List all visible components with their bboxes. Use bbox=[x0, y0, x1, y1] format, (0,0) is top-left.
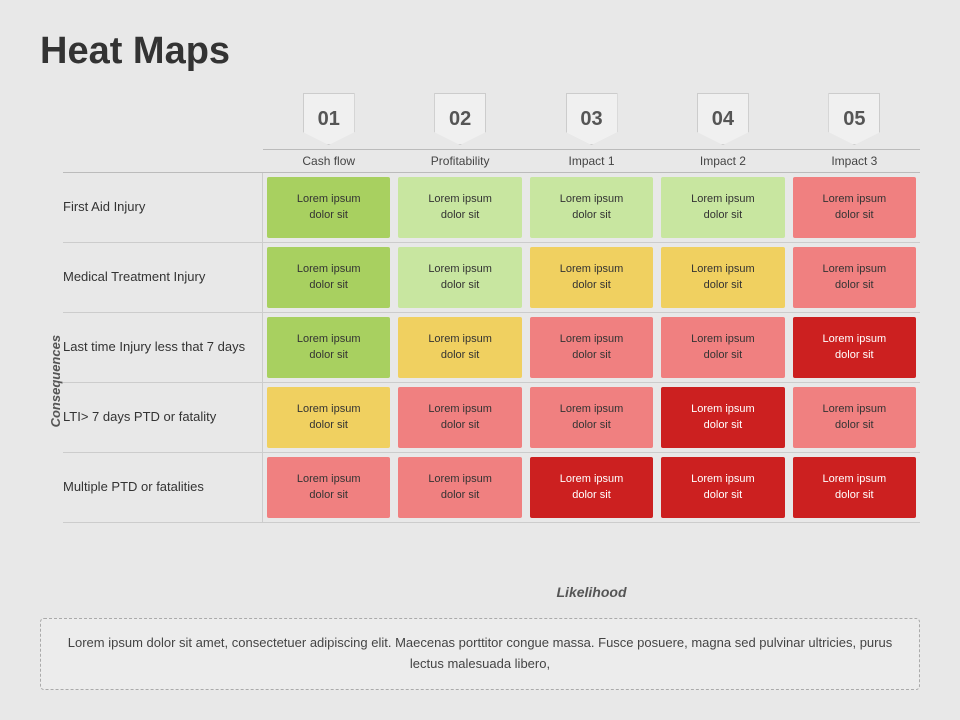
row-label-3: Last time Injury less that 7 days bbox=[63, 313, 263, 382]
list-item: Lorem ipsumdolor sit bbox=[398, 317, 521, 378]
list-item: Lorem ipsumdolor sit bbox=[793, 247, 916, 308]
list-item: Lorem ipsumdolor sit bbox=[530, 247, 653, 308]
table-row: Multiple PTD or fatalitiesLorem ipsumdol… bbox=[63, 453, 920, 523]
list-item: Lorem ipsumdolor sit bbox=[661, 317, 784, 378]
row-label-2: Medical Treatment Injury bbox=[63, 243, 263, 312]
consequences-label: Consequences bbox=[40, 153, 63, 608]
spacer bbox=[63, 93, 263, 172]
col-badge-3: 03 bbox=[566, 93, 618, 145]
footer-box: Lorem ipsum dolor sit amet, consectetuer… bbox=[40, 618, 920, 690]
row-cells-2: Lorem ipsumdolor sitLorem ipsumdolor sit… bbox=[263, 243, 920, 312]
col-name-3: Impact 1 bbox=[526, 149, 657, 172]
list-item: Lorem ipsumdolor sit bbox=[661, 177, 784, 238]
table-row: Medical Treatment InjuryLorem ipsumdolor… bbox=[63, 243, 920, 313]
row-cells-3: Lorem ipsumdolor sitLorem ipsumdolor sit… bbox=[263, 313, 920, 382]
row-cells-5: Lorem ipsumdolor sitLorem ipsumdolor sit… bbox=[263, 453, 920, 522]
col-name-2: Profitability bbox=[394, 149, 525, 172]
col-name-5: Impact 3 bbox=[789, 149, 920, 172]
main-content: Consequences 01 Cash flow 02 Profitabili… bbox=[40, 93, 920, 608]
col-name-1: Cash flow bbox=[263, 149, 394, 172]
list-item: Lorem ipsumdolor sit bbox=[398, 387, 521, 448]
grid-area: First Aid InjuryLorem ipsumdolor sitLore… bbox=[63, 172, 920, 578]
col-header-1: 01 Cash flow bbox=[263, 93, 394, 172]
table-row: First Aid InjuryLorem ipsumdolor sitLore… bbox=[63, 173, 920, 243]
list-item: Lorem ipsumdolor sit bbox=[267, 177, 390, 238]
list-item: Lorem ipsumdolor sit bbox=[793, 387, 916, 448]
page: Heat Maps Consequences 01 Cash flow 02 P… bbox=[0, 0, 960, 720]
row-label-5: Multiple PTD or fatalities bbox=[63, 453, 263, 522]
list-item: Lorem ipsumdolor sit bbox=[793, 457, 916, 518]
list-item: Lorem ipsumdolor sit bbox=[530, 457, 653, 518]
list-item: Lorem ipsumdolor sit bbox=[661, 247, 784, 308]
col-badge-2: 02 bbox=[434, 93, 486, 145]
col-headers: 01 Cash flow 02 Profitability 03 Impact … bbox=[263, 93, 920, 172]
row-label-4: LTI> 7 days PTD or fatality bbox=[63, 383, 263, 452]
col-badge-4: 04 bbox=[697, 93, 749, 145]
col-name-4: Impact 2 bbox=[657, 149, 788, 172]
list-item: Lorem ipsumdolor sit bbox=[398, 247, 521, 308]
col-header-5: 05 Impact 3 bbox=[789, 93, 920, 172]
table-area: 01 Cash flow 02 Profitability 03 Impact … bbox=[63, 93, 920, 608]
list-item: Lorem ipsumdolor sit bbox=[793, 177, 916, 238]
list-item: Lorem ipsumdolor sit bbox=[661, 387, 784, 448]
row-label-1: First Aid Injury bbox=[63, 173, 263, 242]
list-item: Lorem ipsumdolor sit bbox=[398, 457, 521, 518]
list-item: Lorem ipsumdolor sit bbox=[793, 317, 916, 378]
list-item: Lorem ipsumdolor sit bbox=[267, 387, 390, 448]
column-headers-row: 01 Cash flow 02 Profitability 03 Impact … bbox=[63, 93, 920, 172]
footer-text: Lorem ipsum dolor sit amet, consectetuer… bbox=[68, 635, 892, 671]
col-badge-5: 05 bbox=[828, 93, 880, 145]
row-cells-4: Lorem ipsumdolor sitLorem ipsumdolor sit… bbox=[263, 383, 920, 452]
list-item: Lorem ipsumdolor sit bbox=[267, 457, 390, 518]
col-header-3: 03 Impact 1 bbox=[526, 93, 657, 172]
col-badge-1: 01 bbox=[303, 93, 355, 145]
list-item: Lorem ipsumdolor sit bbox=[530, 177, 653, 238]
list-item: Lorem ipsumdolor sit bbox=[267, 317, 390, 378]
col-header-4: 04 Impact 2 bbox=[657, 93, 788, 172]
table-row: LTI> 7 days PTD or fatalityLorem ipsumdo… bbox=[63, 383, 920, 453]
list-item: Lorem ipsumdolor sit bbox=[398, 177, 521, 238]
list-item: Lorem ipsumdolor sit bbox=[661, 457, 784, 518]
likelihood-label: Likelihood bbox=[63, 578, 920, 608]
table-row: Last time Injury less that 7 daysLorem i… bbox=[63, 313, 920, 383]
page-title: Heat Maps bbox=[40, 30, 920, 73]
row-cells-1: Lorem ipsumdolor sitLorem ipsumdolor sit… bbox=[263, 173, 920, 242]
col-header-2: 02 Profitability bbox=[394, 93, 525, 172]
list-item: Lorem ipsumdolor sit bbox=[267, 247, 390, 308]
list-item: Lorem ipsumdolor sit bbox=[530, 387, 653, 448]
list-item: Lorem ipsumdolor sit bbox=[530, 317, 653, 378]
